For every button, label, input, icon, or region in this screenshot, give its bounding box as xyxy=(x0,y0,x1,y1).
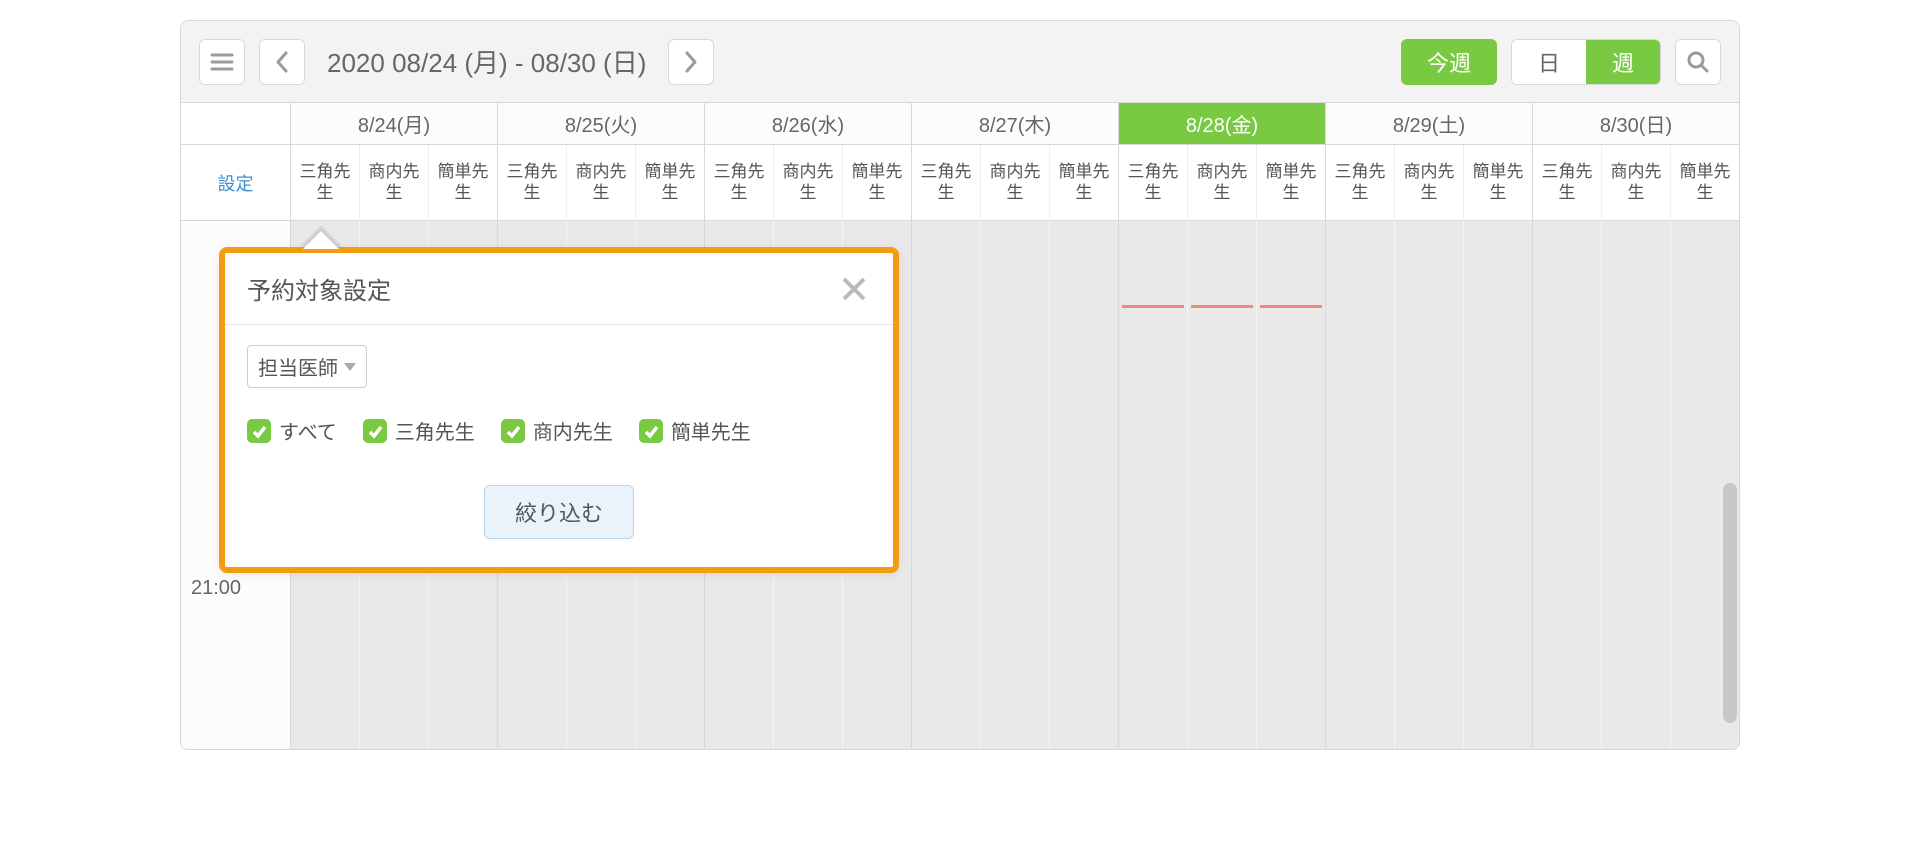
modal-title: 予約対象設定 xyxy=(247,271,391,306)
checkbox-item[interactable]: 簡単先生 xyxy=(639,416,751,445)
staff-col-header: 簡単先生 xyxy=(843,145,911,220)
day-group: 三角先生 商内先生 簡単先生 xyxy=(1326,145,1533,220)
toolbar: 2020 08/24 (月) - 08/30 (日) 今週 日 週 xyxy=(181,21,1739,103)
staff-col-header: 商内先生 xyxy=(981,145,1050,220)
day-group: 三角先生 商内先生 簡単先生 xyxy=(1533,145,1739,220)
view-day-button[interactable]: 日 xyxy=(1512,40,1586,84)
staff-col-header: 簡単先生 xyxy=(1257,145,1325,220)
staff-col-header: 商内先生 xyxy=(1602,145,1671,220)
now-indicator xyxy=(1122,305,1184,308)
scrollbar-thumb[interactable] xyxy=(1723,483,1737,723)
now-indicator xyxy=(1260,305,1322,308)
checkmark-icon xyxy=(639,419,663,443)
close-button[interactable] xyxy=(837,272,871,306)
settings-cell-spacer xyxy=(181,103,291,144)
staff-col-header: 商内先生 xyxy=(567,145,636,220)
staff-col-header: 商内先生 xyxy=(360,145,429,220)
filter-modal: 予約対象設定 担当医師 すべて 三角先生 xyxy=(219,247,899,573)
staff-col-header: 三角先生 xyxy=(498,145,567,220)
grid-day[interactable] xyxy=(1533,221,1739,749)
grid-day[interactable] xyxy=(912,221,1119,749)
staff-col-header: 簡単先生 xyxy=(1050,145,1118,220)
modal-body: 担当医師 すべて 三角先生 商内先生 xyxy=(225,325,893,567)
staff-col-header: 商内先生 xyxy=(774,145,843,220)
day-header[interactable]: 8/25(火) xyxy=(498,103,705,144)
dropdown-caret-icon xyxy=(344,363,356,371)
now-indicator xyxy=(1191,305,1253,308)
checkbox-group: すべて 三角先生 商内先生 簡単先生 xyxy=(247,416,871,445)
day-group: 三角先生 商内先生 簡単先生 xyxy=(1119,145,1326,220)
staff-col-header: 三角先生 xyxy=(912,145,981,220)
staff-col-header: 三角先生 xyxy=(1326,145,1395,220)
time-label: 21:00 xyxy=(191,577,241,600)
checkbox-all[interactable]: すべて xyxy=(247,416,337,445)
calendar-app: 2020 08/24 (月) - 08/30 (日) 今週 日 週 8/24(月… xyxy=(180,20,1740,750)
chevron-left-icon xyxy=(274,50,290,74)
next-week-button[interactable] xyxy=(668,39,714,85)
day-group: 三角先生 商内先生 簡単先生 xyxy=(291,145,498,220)
day-header[interactable]: 8/26(水) xyxy=(705,103,912,144)
checkbox-label: すべて xyxy=(279,416,337,445)
checkmark-icon xyxy=(501,419,525,443)
modal-header: 予約対象設定 xyxy=(225,253,893,325)
date-range-label: 2020 08/24 (月) - 08/30 (日) xyxy=(327,43,646,80)
day-header[interactable]: 8/27(木) xyxy=(912,103,1119,144)
chevron-right-icon xyxy=(683,50,699,74)
day-header[interactable]: 8/29(土) xyxy=(1326,103,1533,144)
close-icon xyxy=(840,275,868,303)
category-select-label: 担当医師 xyxy=(258,352,338,381)
staff-col-header: 商内先生 xyxy=(1395,145,1464,220)
day-header[interactable]: 8/24(月) xyxy=(291,103,498,144)
filter-apply-button[interactable]: 絞り込む xyxy=(484,485,634,539)
category-select[interactable]: 担当医師 xyxy=(247,345,367,388)
checkmark-icon xyxy=(363,419,387,443)
checkbox-label: 簡単先生 xyxy=(671,416,751,445)
staff-col-header: 簡単先生 xyxy=(429,145,497,220)
view-week-button[interactable]: 週 xyxy=(1586,40,1660,84)
menu-button[interactable] xyxy=(199,39,245,85)
staff-col-header: 三角先生 xyxy=(291,145,360,220)
staff-col-header: 簡単先生 xyxy=(636,145,704,220)
checkmark-icon xyxy=(247,419,271,443)
staff-header-row: 設定 三角先生 商内先生 簡単先生 三角先生 商内先生 簡単先生 三角先生 商内… xyxy=(181,145,1739,221)
settings-link[interactable]: 設定 xyxy=(181,145,291,220)
this-week-button[interactable]: 今週 xyxy=(1401,39,1497,85)
staff-col-header: 三角先生 xyxy=(705,145,774,220)
checkbox-item[interactable]: 三角先生 xyxy=(363,416,475,445)
day-header[interactable]: 8/30(日) xyxy=(1533,103,1739,144)
day-group: 三角先生 商内先生 簡単先生 xyxy=(912,145,1119,220)
checkbox-item[interactable]: 商内先生 xyxy=(501,416,613,445)
day-group: 三角先生 商内先生 簡単先生 xyxy=(705,145,912,220)
view-toggle: 日 週 xyxy=(1511,39,1661,85)
search-icon xyxy=(1686,50,1710,74)
day-group: 三角先生 商内先生 簡単先生 xyxy=(498,145,705,220)
prev-week-button[interactable] xyxy=(259,39,305,85)
search-button[interactable] xyxy=(1675,39,1721,85)
staff-col-header: 簡単先生 xyxy=(1464,145,1532,220)
checkbox-label: 商内先生 xyxy=(533,416,613,445)
day-header-row: 8/24(月) 8/25(火) 8/26(水) 8/27(木) 8/28(金) … xyxy=(181,103,1739,145)
staff-col-header: 簡単先生 xyxy=(1671,145,1739,220)
staff-col-header: 三角先生 xyxy=(1533,145,1602,220)
hamburger-icon xyxy=(210,52,234,72)
checkbox-label: 三角先生 xyxy=(395,416,475,445)
day-header-today[interactable]: 8/28(金) xyxy=(1119,103,1326,144)
staff-col-header: 商内先生 xyxy=(1188,145,1257,220)
grid-day[interactable] xyxy=(1326,221,1533,749)
staff-col-header: 三角先生 xyxy=(1119,145,1188,220)
grid-day-today[interactable] xyxy=(1119,221,1326,749)
